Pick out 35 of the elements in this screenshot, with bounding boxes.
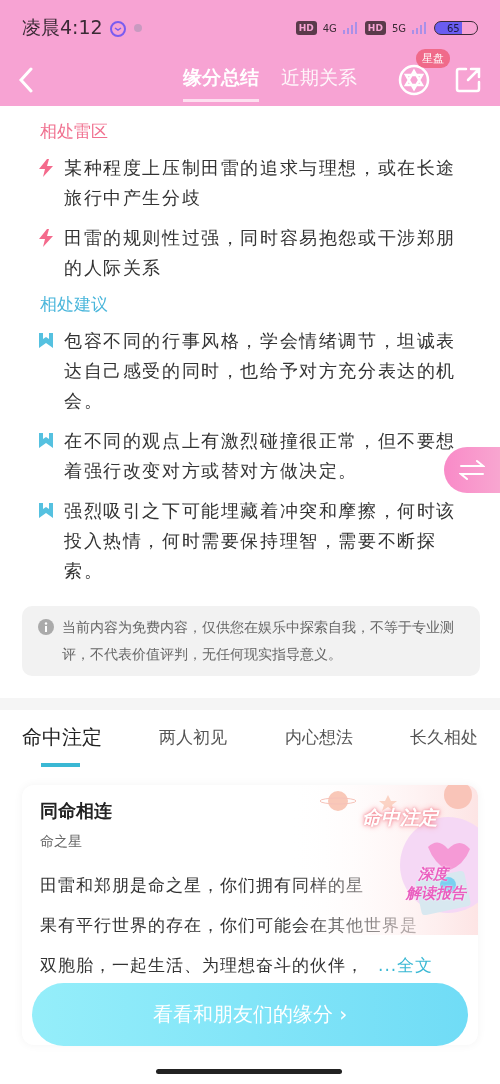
list-text: 在不同的观点上有激烈碰撞很正常，但不要想着强行改变对方或替对方做决定。 xyxy=(64,429,457,483)
card-title: 同命相连 xyxy=(40,799,112,823)
status-time: 凌晨4:12 xyxy=(22,15,103,40)
signal-icon xyxy=(342,22,359,34)
info-icon xyxy=(38,619,54,635)
signal-icon xyxy=(412,22,428,34)
section-heading: 相处雷区 xyxy=(40,120,109,143)
card-text: 田雷和郑朋是命之星，你们拥有同样的星 xyxy=(40,874,364,897)
battery-indicator: 65 xyxy=(434,21,478,35)
category-tab[interactable]: 内心想法 xyxy=(284,724,353,767)
swap-icon xyxy=(459,459,485,481)
list-text: 包容不同的行事风格，学会情绪调节，坦诚表达自己感受的同时，也给予对方充分表达的机会。 xyxy=(64,329,457,413)
bookmark-icon xyxy=(38,332,54,349)
card-text: 双胞胎，一起生活、为理想奋斗的伙伴， xyxy=(40,955,364,975)
hd-icon: HD xyxy=(295,21,317,35)
lightning-icon xyxy=(38,229,54,247)
hd-icon: HD xyxy=(364,21,386,35)
bookmark-icon xyxy=(38,502,54,519)
lightning-icon xyxy=(38,159,54,177)
list-text: 某种程度上压制田雷的追求与理想，或在长途旅行中产生分歧 xyxy=(64,156,457,210)
bookmark-icon xyxy=(38,432,54,449)
category-tab[interactable]: 命中注定 xyxy=(22,724,102,767)
card-text: 果有平行世界的存在，你们可能会在其他世界是 xyxy=(40,914,418,937)
list-text: 强烈吸引之下可能埋藏着冲突和摩擦，何时该投入热情，何时需要保持理智，需要不断探索。 xyxy=(64,499,457,583)
disclaimer-text: 当前内容为免费内容，仅供您在娱乐中探索自我，不等于专业测评，不代表价值评判，无任何现实指导意义。 xyxy=(62,618,455,664)
network-label: 5G xyxy=(391,22,406,34)
chart-badge: 星盘 xyxy=(416,49,450,68)
notification-icon xyxy=(132,23,143,33)
category-tab[interactable]: 长久相处 xyxy=(410,724,478,767)
list-text: 田雷的规则性过强，同时容易抱怨或干涉郑朋的人际关系 xyxy=(64,226,457,280)
category-tab[interactable]: 两人初见 xyxy=(159,724,228,767)
alarm-icon xyxy=(108,19,127,37)
network-label: 4G xyxy=(322,22,337,34)
card-subtitle: 命之星 xyxy=(40,833,82,851)
section-heading: 相处建议 xyxy=(40,293,109,316)
